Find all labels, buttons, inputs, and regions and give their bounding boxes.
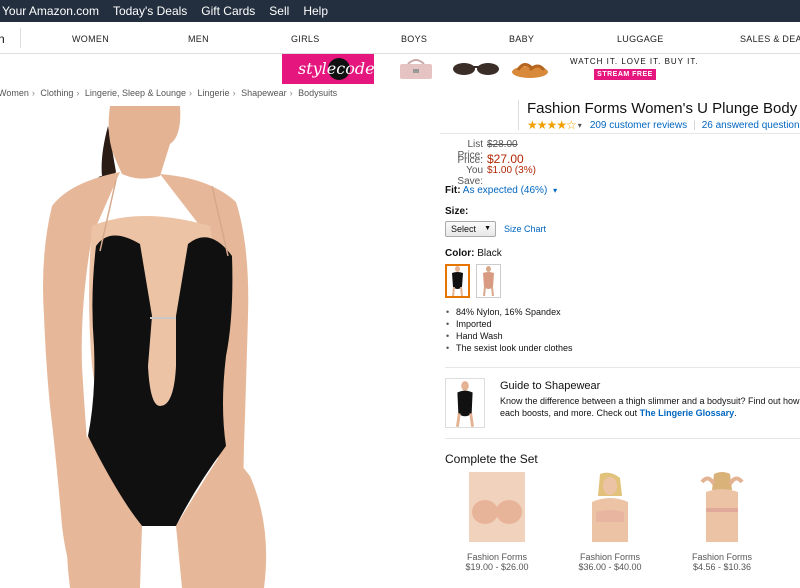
feature-bullet: Imported — [445, 319, 573, 331]
size-chart-link[interactable]: Size Chart — [504, 224, 546, 234]
set-item-image — [694, 472, 750, 542]
nav-gift-cards[interactable]: Gift Cards — [201, 4, 255, 18]
set-item[interactable]: Fashion Forms $36.00 - $40.00 — [565, 472, 655, 572]
fit-row: Fit: As expected (46%) ▾ — [445, 185, 557, 196]
category-men[interactable]: MEN — [188, 34, 209, 44]
breadcrumb-separator: › — [232, 88, 236, 98]
breadcrumb-separator: › — [76, 88, 80, 98]
set-item[interactable]: Fashion Forms $4.56 - $10.36 — [677, 472, 767, 572]
list-price: $28.00 — [487, 139, 518, 150]
complete-the-set-title: Complete the Set — [445, 452, 538, 466]
breadcrumb-women[interactable]: Women — [0, 88, 29, 98]
breadcrumb-bodysuits[interactable]: Bodysuits — [298, 88, 337, 98]
star-rating-icon[interactable]: ★★★★☆ — [527, 118, 577, 132]
breadcrumb-lingerie-sleep[interactable]: Lingerie, Sleep & Lounge — [85, 88, 186, 98]
divider — [445, 438, 800, 439]
category-women[interactable]: WOMEN — [72, 34, 109, 44]
set-item-price: $19.00 - $26.00 — [465, 562, 529, 572]
nav-your-amazon[interactable]: Your Amazon.com — [2, 4, 99, 18]
top-nav: Your Amazon.com Today's Deals Gift Cards… — [0, 0, 800, 22]
color-row: Color: Black — [445, 248, 502, 259]
swatch-nude-image — [483, 266, 494, 297]
nav-help[interactable]: Help — [303, 4, 328, 18]
breadcrumb-separator: › — [289, 88, 293, 98]
breadcrumb-separator: › — [189, 88, 193, 98]
divider — [445, 367, 800, 368]
breadcrumb: Women › Clothing › Lingerie, Sleep & Loung… — [0, 88, 337, 98]
size-select-value: Select — [451, 224, 477, 234]
breadcrumb-shapewear[interactable]: Shapewear — [241, 88, 287, 98]
stream-free-button[interactable]: STREAM FREE — [594, 69, 656, 80]
sunglasses-image — [453, 63, 499, 75]
customer-reviews-link[interactable]: 209 customer reviews — [590, 120, 687, 131]
breadcrumb-lingerie[interactable]: Lingerie — [198, 88, 230, 98]
chevron-down-icon[interactable]: ▾ — [578, 121, 582, 130]
you-save-value: $1.00 (3%) — [487, 165, 536, 176]
answered-questions-link[interactable]: 26 answered questions — [702, 120, 800, 131]
feature-bullets: 84% Nylon, 16% Spandex Imported Hand Was… — [445, 307, 573, 355]
banner-tagline: WATCH IT. LOVE IT. BUY IT. — [570, 57, 699, 66]
rating-row: ★★★★☆ ▾ 209 customer reviews | 26 answer… — [527, 118, 800, 132]
set-item-price: $4.56 - $10.36 — [692, 562, 752, 572]
product-title: Fashion Forms Women's U Plunge Body Suit — [527, 100, 800, 117]
guide-text: Know the difference between a thigh slim… — [500, 395, 800, 419]
set-item-price: $36.00 - $40.00 — [578, 562, 642, 572]
set-item-brand: Fashion Forms — [691, 552, 753, 562]
chevron-down-icon[interactable]: ▾ — [553, 186, 557, 195]
sandal-image — [512, 63, 548, 78]
size-select[interactable]: Select ▼ — [445, 221, 496, 237]
lingerie-glossary-link[interactable]: The Lingerie Glossary — [640, 408, 735, 418]
set-item[interactable]: Fashion Forms $19.00 - $26.00 — [452, 472, 542, 572]
color-value: Black — [477, 248, 502, 259]
feature-bullet: The sexist look under clothes — [445, 343, 573, 355]
store-logo[interactable]: n — [0, 32, 5, 46]
breadcrumb-separator: › — [31, 88, 35, 98]
guide-title: Guide to Shapewear — [500, 380, 601, 392]
category-bar: n WOMEN MEN GIRLS BOYS BABY LUGGAGE SALE… — [0, 22, 800, 54]
breadcrumb-clothing[interactable]: Clothing — [40, 88, 73, 98]
ad-banner[interactable]: stylecode WATCH IT. LOVE IT. BUY IT. STR… — [282, 54, 702, 84]
divider — [440, 133, 800, 134]
size-label: Size: — [445, 206, 469, 217]
set-item-brand: Fashion Forms — [466, 552, 528, 562]
guide-text-end: . — [734, 408, 737, 418]
category-sales-deals[interactable]: SALES & DEALS — [740, 34, 800, 44]
set-item-image — [582, 472, 638, 542]
divider — [20, 28, 21, 48]
set-item-image — [469, 472, 525, 542]
shapewear-guide: Guide to Shapewear Know the difference b… — [445, 378, 800, 430]
nav-todays-deals[interactable]: Today's Deals — [113, 4, 187, 18]
handbag-image — [400, 59, 432, 79]
swatch-black-image — [452, 266, 463, 297]
category-boys[interactable]: BOYS — [401, 34, 427, 44]
feature-bullet: 84% Nylon, 16% Spandex — [445, 307, 573, 319]
color-label: Color: — [445, 248, 475, 259]
fit-label: Fit: — [445, 185, 461, 196]
price-block: List Price: $28.00 Price: $27.00 You Save:… — [440, 139, 536, 187]
category-baby[interactable]: BABY — [509, 34, 534, 44]
fit-value-link[interactable]: As expected (46%) — [463, 185, 548, 196]
guide-thumbnail-image[interactable] — [445, 378, 485, 428]
product-main-image[interactable] — [0, 106, 330, 588]
feature-bullet: Hand Wash — [445, 331, 573, 343]
set-item-brand: Fashion Forms — [579, 552, 641, 562]
category-girls[interactable]: GIRLS — [291, 34, 320, 44]
color-swatch-black[interactable] — [445, 264, 470, 298]
price-value: $27.00 — [487, 152, 524, 166]
category-luggage[interactable]: LUGGAGE — [617, 34, 664, 44]
nav-sell[interactable]: Sell — [269, 4, 289, 18]
dropdown-arrow-icon: ▼ — [484, 225, 491, 232]
color-swatch-nude[interactable] — [476, 264, 501, 298]
stylecode-logo: stylecode — [282, 54, 375, 84]
divider: | — [693, 119, 696, 131]
you-save-label: You Save: — [457, 165, 483, 187]
